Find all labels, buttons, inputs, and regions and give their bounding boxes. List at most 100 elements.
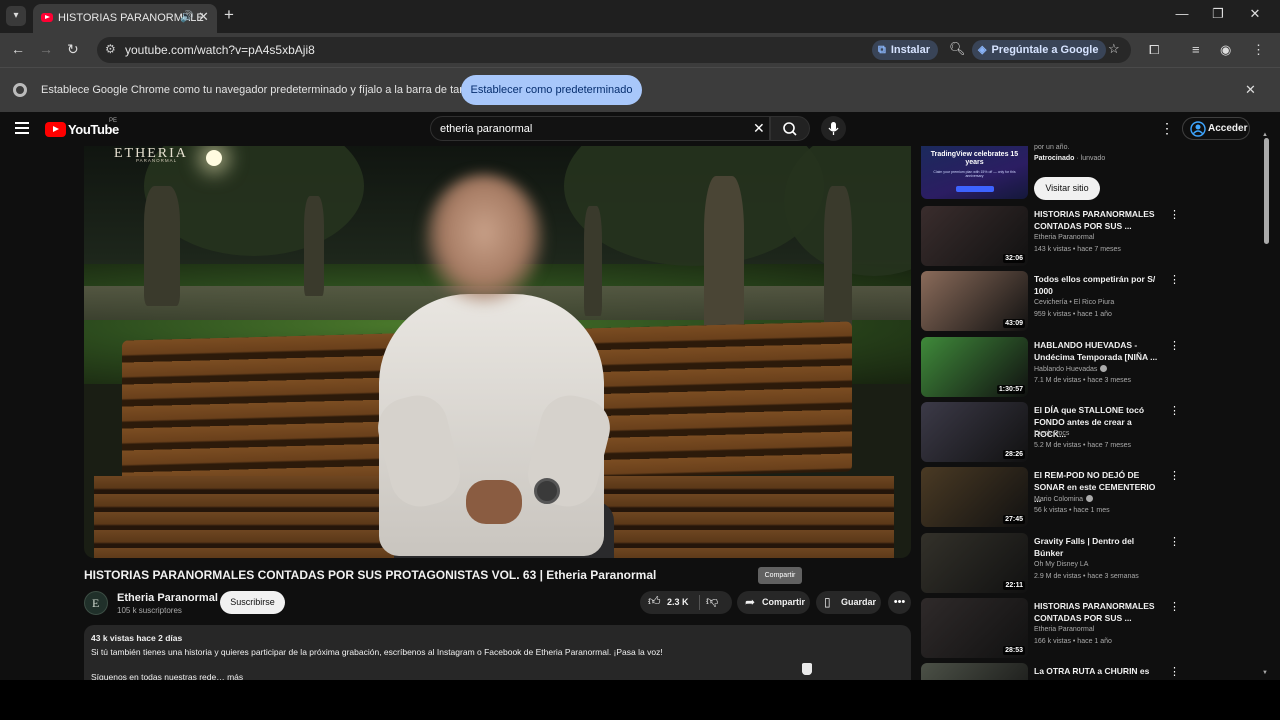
recommended-video-meta: 56 k vistas • hace 1 mes <box>1034 507 1110 514</box>
recommended-video-title[interactable]: HABLANDO HUEVADAS - Undécima Temporada [… <box>1034 339 1162 363</box>
bookmark-star-icon[interactable]: ☆ <box>1108 41 1120 57</box>
window-close-icon[interactable]: ✕ <box>1240 6 1270 22</box>
video-options-icon[interactable]: ⋮ <box>1169 665 1180 678</box>
video-thumbnail[interactable]: 1:30:57 <box>921 337 1028 397</box>
recommended-video[interactable]: 28:26 El DÍA que STALLONE tocó FONDO ante… <box>921 402 1181 464</box>
search-icon <box>783 122 797 136</box>
clear-search-icon[interactable]: ✕ <box>753 120 765 137</box>
recommended-video[interactable]: 43:09 Todos ellos competirán por S/ 1000 C… <box>921 271 1181 333</box>
ad-thumbnail[interactable]: TradingView celebrates 15 years Claim yo… <box>921 146 1028 199</box>
video-thumbnail[interactable]: 22:11 <box>921 533 1028 593</box>
ask-google-label: Pregúntale a Google <box>991 44 1099 56</box>
dislike-icon[interactable]: 👎︎ <box>706 594 718 609</box>
video-player[interactable]: ETHERIA PARANORMAL <box>84 146 911 558</box>
visit-site-button[interactable]: Visitar sitio <box>1034 177 1100 200</box>
back-icon[interactable]: ← <box>11 41 25 57</box>
ad-thumb-subtitle: Claim your premium plan with 15% off — o… <box>933 170 1016 178</box>
save-button[interactable]: ▯ Guardar <box>816 591 881 614</box>
channel-avatar[interactable] <box>84 591 108 615</box>
reload-icon[interactable]: ↻ <box>67 41 79 58</box>
scroll-down-icon[interactable]: ▼ <box>1262 670 1268 676</box>
video-options-icon[interactable]: ⋮ <box>1169 339 1180 352</box>
sign-in-button[interactable]: Acceder <box>1182 117 1250 140</box>
description-truncated[interactable]: Síguenos en todas nuestras rede… más <box>91 672 243 680</box>
recommended-channel[interactable]: Mario Colomina <box>1034 495 1094 503</box>
recommended-video-title[interactable]: HISTORIAS PARANORMALES CONTADAS POR SUS … <box>1034 600 1162 624</box>
video-thumbnail[interactable]: 32:06 <box>921 206 1028 266</box>
like-count[interactable]: 2.3 K <box>667 597 689 607</box>
video-options-icon[interactable]: ⋮ <box>1169 208 1180 221</box>
install-app-button[interactable]: ⧉ Instalar <box>872 40 938 60</box>
recommended-channel[interactable]: Dieck Docs <box>1034 430 1069 437</box>
extensions-icon[interactable]: ⧠ <box>1149 42 1159 58</box>
scrollbar-thumb[interactable] <box>1264 138 1269 244</box>
profile-icon[interactable]: ◉ <box>1220 42 1231 58</box>
video-thumbnail[interactable]: 27:45 <box>921 467 1028 527</box>
video-thumbnail[interactable]: 28:53 <box>921 598 1028 658</box>
recommended-video[interactable]: 32:06 HISTORIAS PARANORMALES CONTADAS POR… <box>921 206 1181 268</box>
recommended-video-title[interactable]: Todos ellos competirán por S/ 1000 <box>1034 273 1162 297</box>
recommended-channel[interactable]: Cevichería • El Rico Piura <box>1034 299 1114 306</box>
video-options-icon[interactable]: ⋮ <box>1169 273 1180 286</box>
views-and-date: 43 k vistas hace 2 días <box>91 633 183 643</box>
tab-search-button[interactable]: ▾ <box>6 6 26 26</box>
description-box[interactable]: 43 k vistas hace 2 días Si tú también ti… <box>84 625 911 680</box>
address-bar[interactable]: ⚙ youtube.com/watch?v=pA4s5xbAji8 ⧉ Insta… <box>97 37 1131 63</box>
menu-icon[interactable] <box>15 122 29 137</box>
maximize-icon[interactable]: ❐ <box>1203 6 1233 22</box>
set-default-button[interactable]: Establecer como predeterminado <box>461 75 642 105</box>
more-actions-icon[interactable]: ••• <box>888 591 911 614</box>
video-thumbnail[interactable]: 28:26 <box>921 402 1028 462</box>
recommended-channel[interactable]: Etheria Paranormal <box>1034 626 1094 633</box>
minimize-icon[interactable]: — <box>1167 6 1197 21</box>
recommended-channel[interactable]: Hablando Huevadas <box>1034 365 1108 373</box>
video-options-icon[interactable]: ⋮ <box>1169 404 1180 417</box>
audio-playing-icon[interactable]: 🔊 <box>180 10 194 23</box>
share-label: Compartir <box>762 597 806 607</box>
search-button[interactable] <box>770 116 810 141</box>
recommended-channel[interactable]: Etheria Paranormal <box>1034 234 1094 241</box>
tab-close-icon[interactable]: ✕ <box>198 9 209 25</box>
recommended-video[interactable]: 1:30:57 HABLANDO HUEVADAS - Undécima Temp… <box>921 337 1181 399</box>
search-query[interactable]: etheria paranormal <box>440 123 532 135</box>
recommended-channel-name: Etheria Paranormal <box>1034 234 1095 241</box>
search-input[interactable]: etheria paranormal ✕ <box>430 116 770 141</box>
recommended-video[interactable]: 28:53 HISTORIAS PARANORMALES CONTADAS POR… <box>921 598 1181 660</box>
chrome-menu-icon[interactable]: ⋮ <box>1252 42 1265 58</box>
video-thumbnail[interactable]: 43:09 <box>921 271 1028 331</box>
recommended-video-meta: 166 k vistas • hace 1 año <box>1034 638 1112 645</box>
recommended-video[interactable]: 22:11 Gravity Falls | Dentro del Búnker Oh… <box>921 533 1181 595</box>
video-thumbnail[interactable] <box>921 663 1028 680</box>
channel-name[interactable]: Etheria Paranormal <box>117 592 218 604</box>
settings-menu-icon[interactable]: ⋮ <box>1160 120 1174 137</box>
recommended-video-title[interactable]: HISTORIAS PARANORMALES CONTADAS POR SUS … <box>1034 208 1162 232</box>
recommended-video-title[interactable]: Gravity Falls | Dentro del Búnker <box>1034 535 1162 559</box>
page-scrollbar[interactable]: ▲ ▼ <box>1262 132 1270 680</box>
infobar-close-icon[interactable]: ✕ <box>1245 82 1256 98</box>
browser-toolbar: ← → ↻ ⚙ youtube.com/watch?v=pA4s5xbAji8 … <box>0 33 1280 67</box>
recommended-channel[interactable]: Oh My Disney LA <box>1034 561 1088 568</box>
zoom-icon[interactable]: 🔍︎ <box>949 41 966 57</box>
bookmark-icon: ▯ <box>824 595 831 609</box>
voice-search-button[interactable] <box>821 116 846 141</box>
video-options-icon[interactable]: ⋮ <box>1169 469 1180 482</box>
browser-tab-active[interactable]: HISTORIAS PARANORMALE 🔊 ✕ <box>33 4 217 33</box>
share-button[interactable]: ➦ Compartir <box>737 591 810 614</box>
url-text[interactable]: youtube.com/watch?v=pA4s5xbAji8 <box>125 43 315 57</box>
recommended-video[interactable]: 27:45 El REM-POD NO DEJÓ DE SONAR en este… <box>921 467 1181 529</box>
youtube-logo[interactable]: YouTube PE <box>45 118 119 137</box>
video-options-icon[interactable]: ⋮ <box>1169 535 1180 548</box>
video-duration: 27:45 <box>1003 515 1025 524</box>
site-info-icon[interactable]: ⚙ <box>105 42 116 56</box>
blurred-face <box>424 174 544 304</box>
lens-icon: ◈ <box>978 44 987 56</box>
video-options-icon[interactable]: ⋮ <box>1169 600 1180 613</box>
media-control-icon[interactable]: ≡ <box>1192 42 1200 57</box>
new-tab-icon[interactable]: + <box>224 5 234 25</box>
forward-icon[interactable]: → <box>39 41 53 57</box>
recommended-video-title[interactable]: La OTRA RUTA a CHURIN es <box>1034 665 1162 677</box>
ask-google-button[interactable]: ◈ Pregúntale a Google <box>972 40 1107 60</box>
recommended-video[interactable]: La OTRA RUTA a CHURIN es ⋮ <box>921 663 1181 680</box>
like-icon[interactable]: 👍︎ <box>648 594 661 609</box>
subscribe-button[interactable]: Suscribirse <box>220 591 285 614</box>
